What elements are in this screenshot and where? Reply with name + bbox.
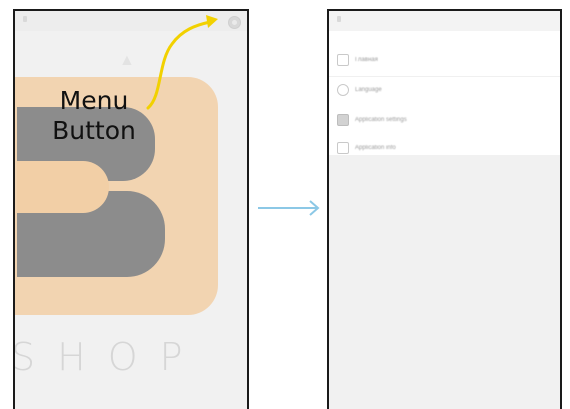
info-icon: [337, 142, 349, 154]
drawer-item-language[interactable]: Language: [329, 77, 560, 103]
drawer-item-label: Application info: [355, 145, 396, 151]
drawer-item-label: Language: [355, 87, 382, 93]
drawer-item-app-settings[interactable]: Application settings: [329, 107, 560, 133]
status-indicator-icon: [23, 16, 27, 22]
drawer-item-app-info[interactable]: Application info: [329, 135, 560, 161]
drawer-item-label: Application settings: [355, 117, 407, 123]
language-icon: [337, 84, 349, 96]
tutorial-figure: ▲ SHOP Menu Button Главная Language Appl…: [0, 0, 570, 409]
status-bar: [329, 11, 560, 31]
drawer-item-home[interactable]: Главная: [329, 47, 560, 73]
card-icon: [337, 114, 349, 126]
menu-button[interactable]: [228, 16, 241, 29]
logo-text: SHOP: [13, 335, 205, 379]
menu-button-callout: Menu Button: [42, 86, 146, 146]
status-indicator-icon: [337, 16, 341, 22]
callout-line-2: Button: [52, 116, 136, 145]
navigation-drawer: Главная Language Application settings Ap…: [329, 31, 560, 155]
home-icon: [337, 54, 349, 66]
phone-screen-after: Главная Language Application settings Ap…: [327, 9, 562, 409]
cart-icon: ▲: [119, 52, 135, 69]
callout-line-1: Menu: [59, 86, 129, 115]
phone-screen-before: ▲ SHOP: [13, 9, 249, 409]
drawer-item-label: Главная: [355, 57, 378, 63]
flow-arrow-icon: [258, 200, 320, 216]
status-bar: [15, 11, 247, 31]
